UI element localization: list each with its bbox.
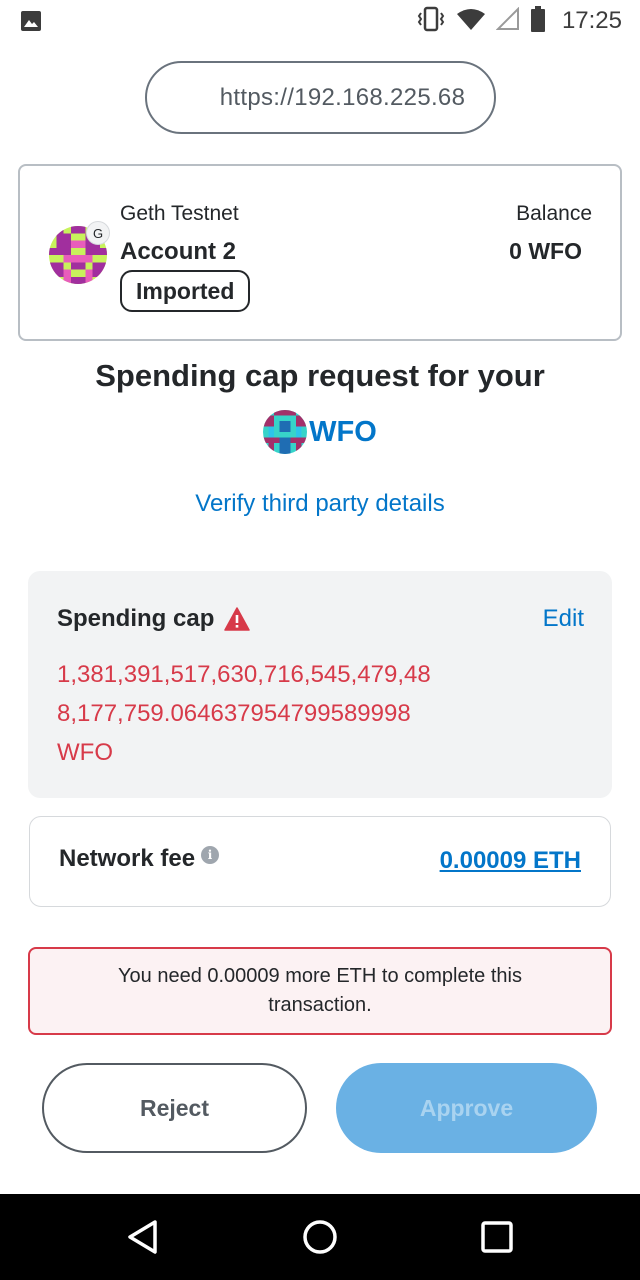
network-fee-value[interactable]: 0.00009 ETH: [440, 847, 581, 875]
recents-icon[interactable]: [481, 1221, 513, 1258]
account-name: Account 2: [120, 238, 237, 265]
info-icon[interactable]: i: [201, 846, 220, 864]
image-notification-icon: [20, 10, 42, 37]
reject-button[interactable]: Reject: [42, 1063, 307, 1153]
alert-message: You need 0.00009 more ETH to complete th…: [118, 965, 522, 1016]
spending-cap-label: Spending cap: [57, 605, 215, 632]
approve-button[interactable]: Approve: [336, 1063, 597, 1153]
token-row: WFO: [0, 410, 640, 454]
site-origin-pill: https://192.168.225.68: [145, 61, 496, 134]
network-name: Geth Testnet: [120, 202, 239, 225]
token-icon: [263, 410, 308, 454]
battery-icon: [530, 5, 546, 37]
status-icons: 17:25: [416, 5, 622, 37]
edit-spending-cap-button[interactable]: Edit: [543, 605, 584, 633]
system-navigation-bar: [0, 1194, 640, 1280]
home-icon[interactable]: [302, 1219, 338, 1260]
network-fee-title: Network fee i: [59, 845, 220, 873]
warning-icon: [224, 607, 251, 631]
network-fee-label: Network fee: [59, 845, 196, 872]
account-card: G Geth Testnet Account 2 Imported Balanc…: [18, 164, 622, 341]
wifi-icon: [456, 7, 486, 36]
balance-label: Balance: [516, 202, 592, 225]
spending-cap-panel: Spending cap Edit 1,381,391,517,630,716,…: [28, 571, 612, 798]
verify-third-party-link[interactable]: Verify third party details: [0, 490, 640, 518]
site-url: https://192.168.225.68: [219, 83, 466, 111]
network-fee-row: Network fee i 0.00009 ETH: [29, 816, 611, 907]
page-title: Spending cap request for your: [95, 358, 545, 393]
status-bar: 17:25: [0, 0, 640, 44]
insufficient-funds-alert: You need 0.00009 more ETH to complete th…: [28, 947, 612, 1035]
back-icon[interactable]: [126, 1219, 160, 1260]
imported-tag: Imported: [120, 270, 251, 312]
spending-cap-value: 1,381,391,517,630,716,545,479,488,177,75…: [57, 661, 431, 766]
balance-value: 0 WFO: [509, 238, 582, 264]
network-badge: G: [86, 221, 110, 245]
vibrate-icon: [416, 6, 446, 37]
cell-signal-icon: [495, 6, 520, 36]
spending-cap-title: Spending cap: [57, 605, 251, 633]
token-symbol: WFO: [309, 415, 377, 448]
clock: 17:25: [561, 7, 622, 34]
